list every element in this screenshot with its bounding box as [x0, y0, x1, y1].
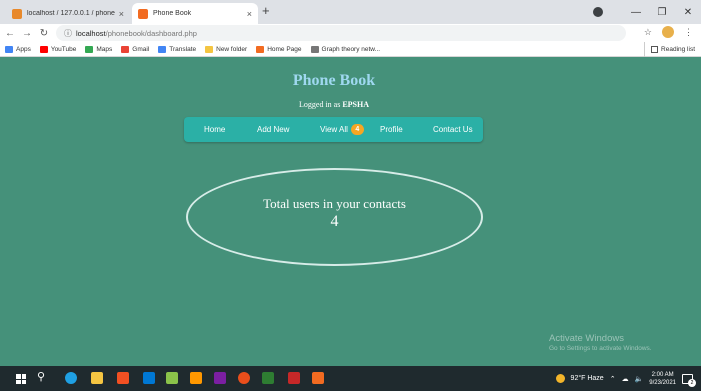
browser-tab-strip: localhost / 127.0.0.1 / phonebo × Phone …: [0, 0, 701, 24]
store-icon[interactable]: [117, 372, 129, 384]
url-path: /phonebook/dashboard.php: [105, 28, 197, 38]
reading-list-icon: [651, 46, 659, 53]
logged-in-status: Logged in as EPSHA: [0, 100, 668, 109]
clock[interactable]: 2:00 AM 9/23/2021: [649, 371, 676, 387]
bookmark-label: New folder: [216, 45, 248, 53]
gmail-icon: [121, 45, 130, 53]
bookmark-gmail[interactable]: Gmail: [121, 45, 150, 53]
windows-taskbar: ⚲ 92°F Haze ⌃ ☁ 🔈 2:00 AM 9/23/2021 2: [0, 366, 701, 391]
nav-profile[interactable]: Profile: [380, 117, 403, 142]
network-icon[interactable]: ☁: [622, 375, 629, 383]
maps-icon: [85, 45, 94, 53]
restore-icon[interactable]: ❐: [649, 7, 675, 18]
activate-windows-watermark: Activate Windows Go to Settings to activ…: [549, 333, 652, 352]
nav-contact-us[interactable]: Contact Us: [433, 117, 473, 142]
bookmark-label: Apps: [16, 45, 31, 53]
back-arrow-icon[interactable]: ←: [3, 28, 17, 39]
contacts-count-badge: 4: [350, 124, 364, 136]
watermark-title: Activate Windows: [549, 333, 624, 344]
bookmark-new-folder[interactable]: New folder: [205, 45, 248, 53]
tab-phone-book[interactable]: Phone Book ×: [132, 3, 258, 24]
home-page-icon: [256, 45, 265, 53]
xampp-icon[interactable]: [312, 372, 324, 384]
bookmark-label: Maps: [96, 45, 113, 53]
edge-icon[interactable]: [65, 372, 77, 384]
notepad-icon[interactable]: [166, 372, 178, 384]
record-icon[interactable]: [593, 7, 603, 17]
vscode-icon[interactable]: [288, 372, 300, 384]
bookmark-label: Gmail: [132, 45, 150, 53]
info-icon[interactable]: ⓘ: [64, 28, 72, 39]
tab-label: Phone Book: [153, 10, 192, 17]
notifications-count: 2: [688, 378, 696, 387]
forward-arrow-icon[interactable]: →: [20, 28, 34, 39]
tab-label: localhost / 127.0.0.1 / phonebo: [27, 10, 115, 17]
tray-chevron-icon[interactable]: ⌃: [610, 375, 616, 383]
media-icon[interactable]: [214, 372, 226, 384]
folder-icon: [205, 45, 214, 53]
youtube-icon: [39, 45, 48, 53]
bookmark-label: YouTube: [50, 45, 77, 53]
logged-in-user: EPSHA: [342, 100, 369, 109]
reading-list-label: Reading list: [661, 46, 695, 53]
bookmark-youtube[interactable]: YouTube: [39, 45, 77, 53]
reading-list-button[interactable]: Reading list: [644, 42, 695, 57]
graph-icon: [310, 45, 319, 53]
phpmyadmin-icon: [12, 8, 22, 19]
address-bar-row: ← → ↻ ⓘ localhost/phonebook/dashboard.ph…: [0, 24, 701, 42]
url-host: localhost: [76, 28, 106, 38]
total-users-label: Total users in your contacts: [263, 196, 406, 211]
bookmark-label: Home Page: [267, 45, 302, 53]
weather-text[interactable]: 92°F Haze: [571, 375, 604, 382]
bookmarks-bar: Apps YouTube Maps Gmail Translate New fo…: [0, 42, 701, 57]
watermark-subtitle: Go to Settings to activate Windows.: [549, 345, 652, 352]
total-users-count: 4: [330, 213, 339, 230]
translate-icon: [158, 45, 167, 53]
terminal-icon[interactable]: [262, 372, 274, 384]
menu-kebab-icon[interactable]: ⋮: [684, 27, 693, 38]
page-content: Phone Book Logged in as EPSHA Home Add N…: [0, 57, 701, 366]
logged-in-prefix: Logged in as: [299, 100, 341, 109]
tab-phpmyadmin[interactable]: localhost / 127.0.0.1 / phonebo ×: [6, 3, 130, 24]
window-controls: — ❐ ✕: [593, 0, 701, 24]
bookmark-star-icon[interactable]: ☆: [644, 27, 652, 38]
main-nav: Home Add New View All 4 Profile Contact U…: [184, 117, 483, 142]
bookmark-label: Graph theory netw...: [321, 45, 381, 53]
nav-add-new[interactable]: Add New: [257, 117, 289, 142]
clock-date: 9/23/2021: [649, 379, 676, 386]
close-window-icon[interactable]: ✕: [675, 7, 701, 18]
weather-icon: [555, 374, 565, 383]
close-tab-icon[interactable]: ×: [119, 9, 124, 19]
profile-avatar-icon[interactable]: [662, 26, 674, 38]
clock-time: 2:00 AM: [651, 371, 674, 378]
new-tab-button[interactable]: +: [262, 3, 270, 18]
apps-grid-icon: [5, 45, 13, 53]
bookmark-label: Translate: [169, 45, 197, 53]
search-icon[interactable]: ⚲: [37, 370, 45, 383]
nav-view-all[interactable]: View All 4: [320, 117, 364, 142]
bookmark-apps[interactable]: Apps: [5, 45, 31, 53]
phone-book-favicon-icon: [138, 8, 148, 19]
bookmark-maps[interactable]: Maps: [85, 45, 113, 53]
page-title: Phone Book: [292, 72, 376, 89]
close-tab-icon[interactable]: ×: [247, 9, 252, 19]
bookmark-translate[interactable]: Translate: [158, 45, 197, 53]
file-explorer-icon[interactable]: [91, 372, 103, 384]
volume-icon[interactable]: 🔈: [635, 375, 644, 383]
reload-icon[interactable]: ↻: [37, 28, 51, 39]
notifications-icon[interactable]: 2: [682, 373, 696, 387]
bookmark-home-page[interactable]: Home Page: [256, 45, 302, 53]
chrome-icon[interactable]: [238, 372, 250, 384]
nav-view-all-label: View All: [320, 125, 348, 134]
nav-home[interactable]: Home: [204, 117, 225, 142]
bookmark-graph-theory[interactable]: Graph theory netw...: [310, 45, 381, 53]
sublime-icon[interactable]: [190, 372, 202, 384]
url-field[interactable]: ⓘ localhost/phonebook/dashboard.php: [56, 25, 626, 41]
windows-start-icon[interactable]: [16, 374, 26, 384]
mail-icon[interactable]: [143, 372, 155, 384]
minimize-icon[interactable]: —: [623, 7, 649, 18]
